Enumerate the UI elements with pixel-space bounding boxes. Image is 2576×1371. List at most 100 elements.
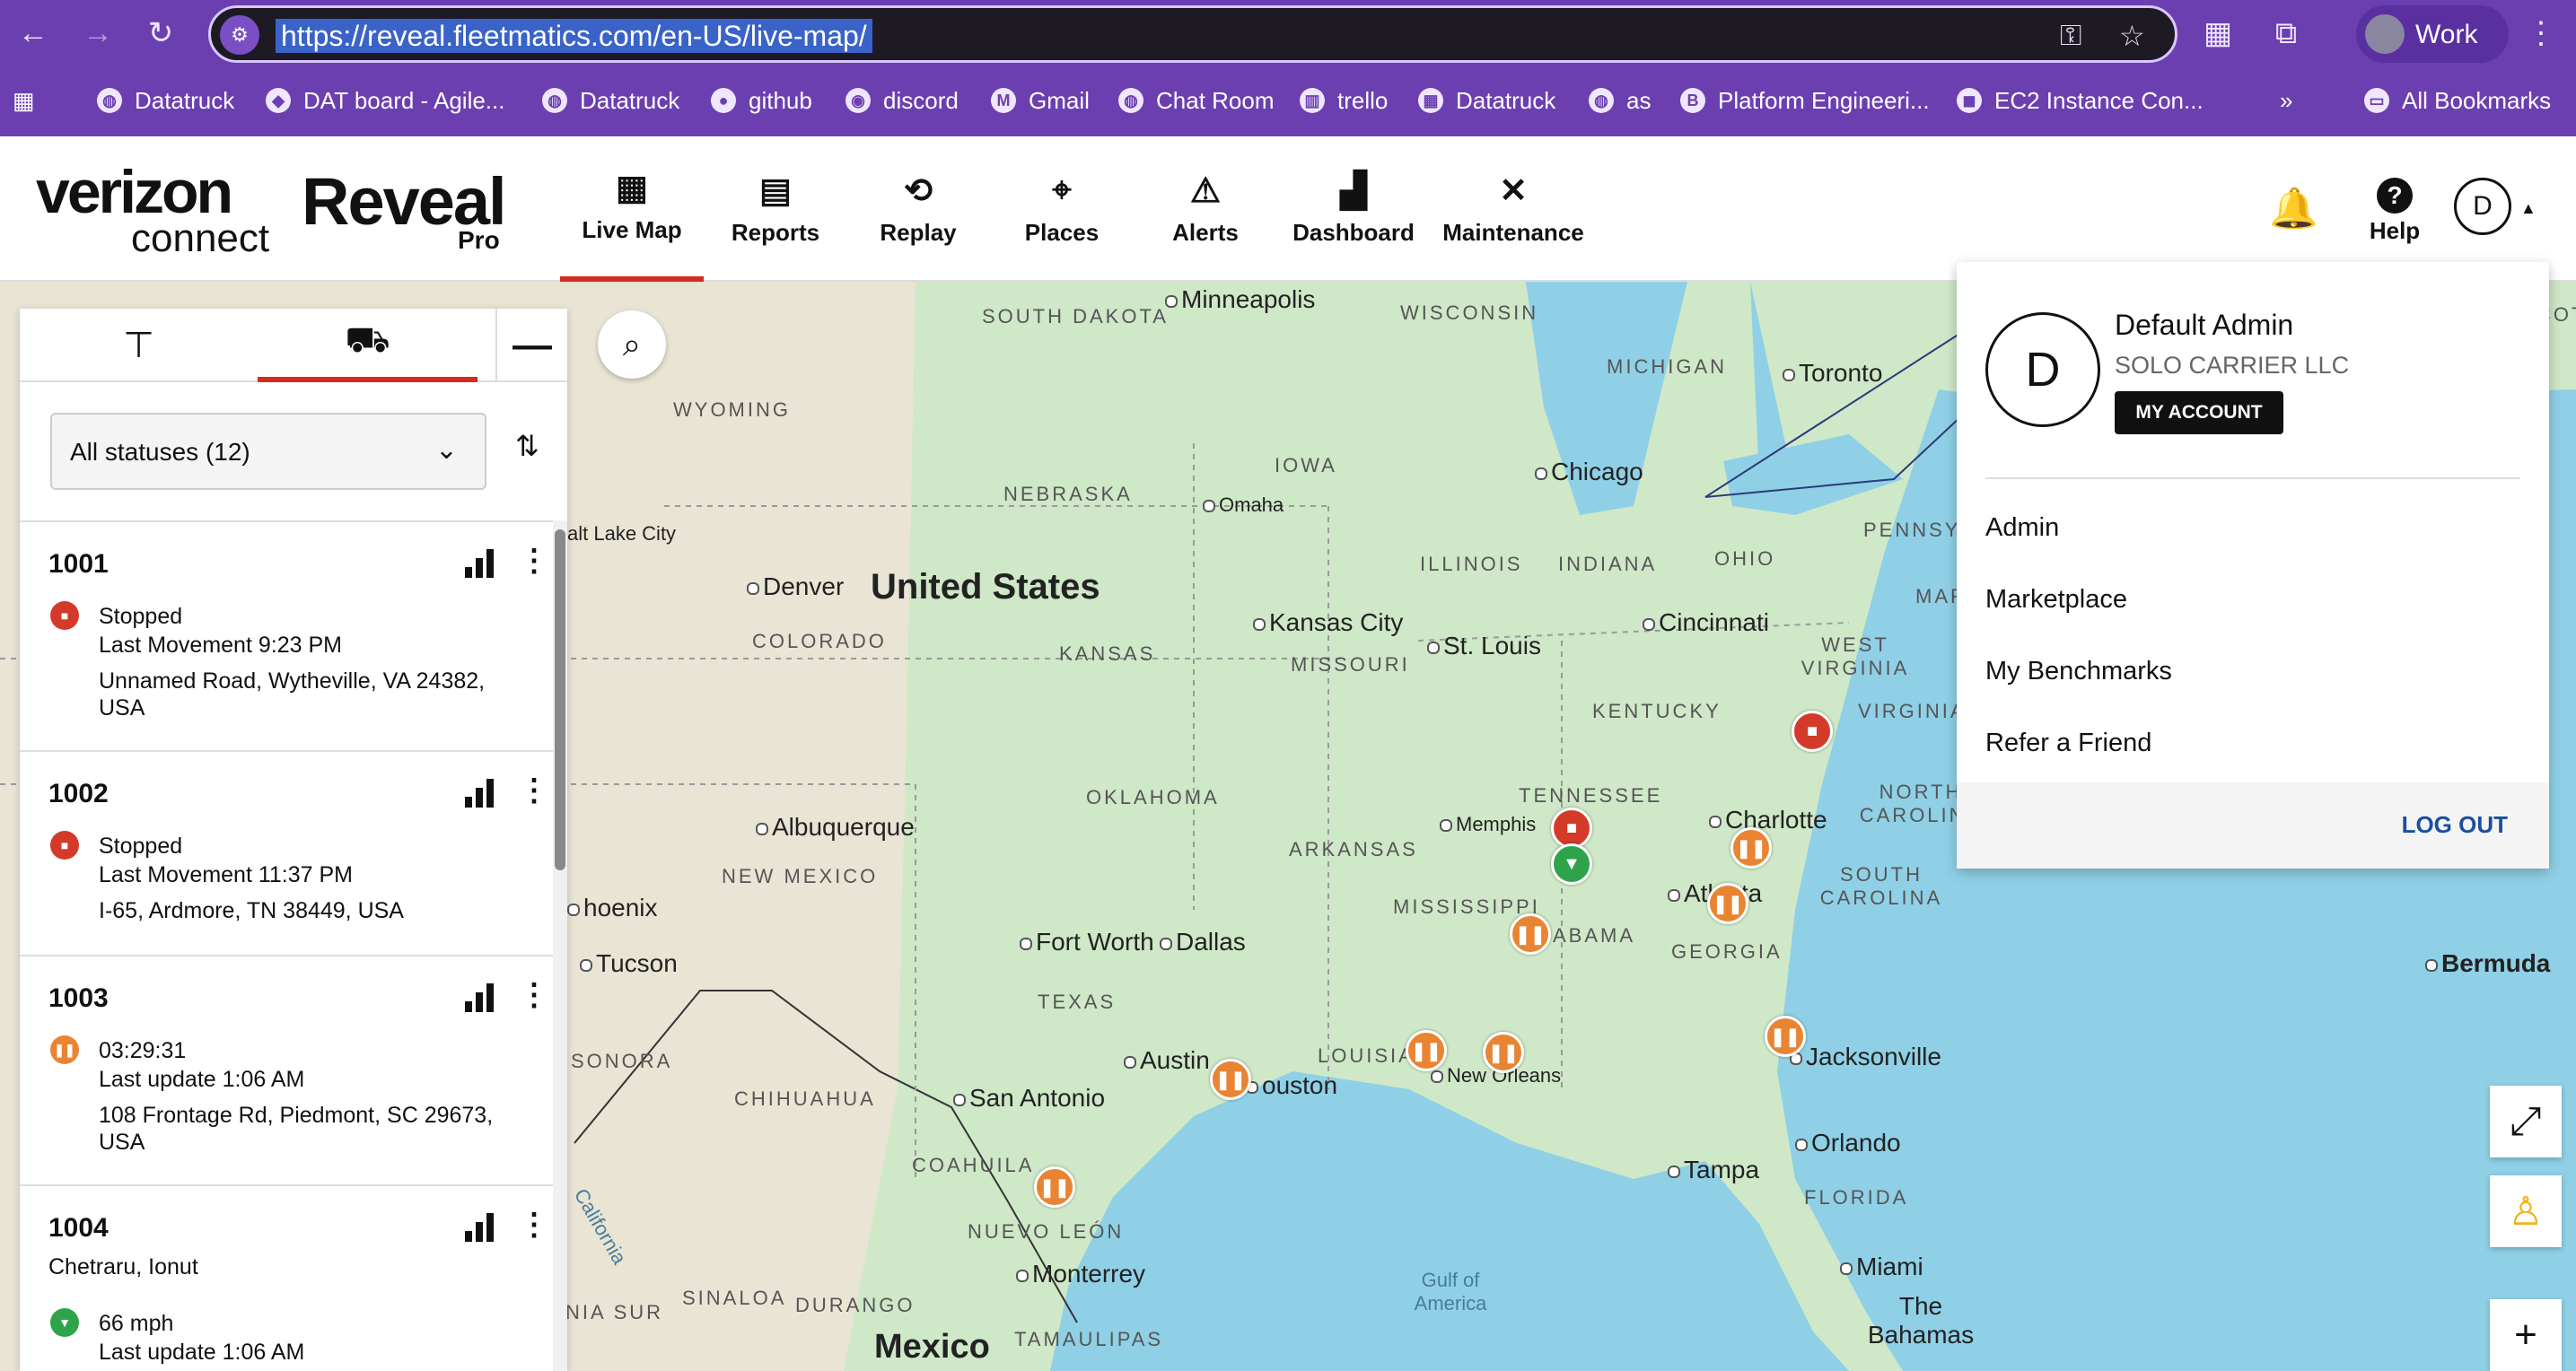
sort-toggle-icon[interactable]: ⇅ xyxy=(515,429,539,463)
menu-item-admin[interactable]: Admin xyxy=(1985,513,2059,543)
tab-maintenance[interactable]: ✕ Maintenance xyxy=(1434,136,1592,282)
back-arrow-icon[interactable]: ← xyxy=(13,13,54,54)
forward-arrow-icon[interactable]: → xyxy=(77,13,118,54)
alerts-icon: ⚠ xyxy=(1189,172,1222,210)
notifications-bell-icon[interactable]: 🔔 xyxy=(2269,185,2318,231)
caret-up-icon[interactable]: ▲ xyxy=(2520,199,2537,218)
idle-status-icon: ❚❚ xyxy=(50,1035,79,1064)
apps-grid-icon[interactable]: ▦ xyxy=(13,83,35,118)
bookmark-item[interactable]: ◍ Chat Room xyxy=(1118,83,1275,118)
more-options-icon[interactable]: ⋮ xyxy=(519,980,549,1010)
vehicle-card[interactable]: 1003 ⋮ ❚❚ 03:29:31 Last update 1:06 AM 1… xyxy=(20,956,553,1186)
tab-places[interactable]: ⌖ Places xyxy=(996,136,1127,282)
map-search-button[interactable]: ⌕ xyxy=(598,310,666,379)
collapse-panel-button[interactable]: — xyxy=(495,309,567,382)
map-city-label: Dallas xyxy=(1160,928,1246,956)
bookmark-star-icon[interactable]: ☆ xyxy=(2119,19,2145,53)
vehicle-address: Unnamed Road, Wytheville, VA 24382, USA xyxy=(99,668,486,720)
zoom-in-button[interactable]: + xyxy=(2490,1299,2562,1371)
reports-icon: ▤ xyxy=(759,172,792,210)
all-bookmarks-button[interactable]: ▭ All Bookmarks xyxy=(2364,83,2551,118)
bookmark-item[interactable]: B Platform Engineeri... xyxy=(1680,83,1930,118)
bookmark-item[interactable]: ◼ EC2 Instance Con... xyxy=(1957,83,2204,118)
vehicle-card[interactable]: 1002 ⋮ ■ Stopped Last Movement 11:37 PM … xyxy=(20,752,553,956)
vehicle-marker-idle[interactable]: ❚❚ xyxy=(1707,883,1748,924)
menu-item-refer-a-friend[interactable]: Refer a Friend xyxy=(1985,729,2151,758)
vehicle-id: 1003 xyxy=(48,983,109,1013)
tab-hierarchy[interactable]: ⊤ xyxy=(20,309,258,382)
help-button[interactable]: ? Help xyxy=(2364,178,2425,245)
tab-reports[interactable]: ▤ Reports xyxy=(711,136,840,282)
globe-icon: ◍ xyxy=(1118,88,1143,113)
tab-replay[interactable]: ⟲ Replay xyxy=(853,136,984,282)
help-icon: ? xyxy=(2377,178,2413,214)
reload-icon[interactable]: ↻ xyxy=(140,13,181,54)
menu-item-my-benchmarks[interactable]: My Benchmarks xyxy=(1985,657,2172,686)
places-icon: ⌖ xyxy=(1052,171,1072,209)
bookmark-item[interactable]: M Gmail xyxy=(991,83,1090,118)
fullscreen-button[interactable]: ⤢ xyxy=(2490,1086,2562,1157)
scrollbar-thumb[interactable] xyxy=(555,529,565,870)
globe-icon: ◍ xyxy=(542,88,567,113)
vehicle-marker-idle[interactable]: ❚❚ xyxy=(1483,1032,1524,1073)
more-options-icon[interactable]: ⋮ xyxy=(519,1209,549,1240)
minus-icon: — xyxy=(513,323,552,367)
bookmarks-overflow-button[interactable]: » xyxy=(2280,83,2292,118)
connect-logo-text: connect xyxy=(131,216,270,260)
signal-bars-icon[interactable] xyxy=(465,779,495,808)
tab-vehicles[interactable]: ⛟ xyxy=(258,309,478,382)
signal-bars-icon[interactable] xyxy=(465,1213,495,1242)
bookmark-item[interactable]: ◍ Datatruck xyxy=(97,83,234,118)
site-info-icon[interactable]: ⚙ xyxy=(220,15,259,55)
signal-bars-icon[interactable] xyxy=(465,549,495,578)
map-state-label: OHIO xyxy=(1714,547,1776,570)
user-avatar-button[interactable]: D xyxy=(2454,178,2511,235)
bookmark-item[interactable]: ● github xyxy=(711,83,812,118)
bookmark-item[interactable]: ◍ Datatruck xyxy=(542,83,679,118)
tab-live-map[interactable]: ▦ Live Map xyxy=(560,136,704,282)
bookmark-item[interactable]: ◉ discord xyxy=(846,83,959,118)
vehicle-card[interactable]: 1004 ⋮ Chetraru, Ionut ▼ 66 mph Last upd… xyxy=(20,1186,553,1371)
vehicle-marker-idle[interactable]: ❚❚ xyxy=(1765,1016,1806,1057)
browser-menu-icon[interactable]: ⋮ xyxy=(2520,13,2562,54)
map-state-label: NEW MEXICO xyxy=(722,865,879,887)
vehicle-marker-idle[interactable]: ❚❚ xyxy=(1034,1166,1075,1208)
vehicle-marker-idle[interactable]: ❚❚ xyxy=(1510,913,1551,955)
map-country-label: Mexico xyxy=(874,1328,990,1366)
extensions-puzzle-icon[interactable]: ⧉ xyxy=(2265,13,2307,54)
vehicle-marker-idle[interactable]: ❚❚ xyxy=(1730,827,1772,869)
vehicle-marker-stopped[interactable]: ■ xyxy=(1792,711,1833,752)
bookmark-item[interactable]: ▦ Datatruck xyxy=(1418,83,1555,118)
vehicle-marker-moving[interactable]: ▼ xyxy=(1551,843,1592,885)
address-url[interactable]: https://reveal.fleetmatics.com/en-US/liv… xyxy=(276,19,872,53)
more-options-icon[interactable]: ⋮ xyxy=(519,546,549,576)
street-view-pegman[interactable]: ♙ xyxy=(2490,1175,2562,1247)
logout-button[interactable]: LOG OUT xyxy=(2402,811,2508,839)
bookmark-item[interactable]: ▥ trello xyxy=(1300,83,1388,118)
extension-datatruck-icon[interactable]: ▦ xyxy=(2197,13,2239,54)
vehicle-marker-idle[interactable]: ❚❚ xyxy=(1406,1030,1447,1071)
vehicle-card[interactable]: 1001 ⋮ ■ Stopped Last Movement 9:23 PM U… xyxy=(20,522,553,752)
menu-item-marketplace[interactable]: Marketplace xyxy=(1985,585,2127,615)
tab-dashboard[interactable]: ▟ Dashboard xyxy=(1284,136,1424,282)
more-options-icon[interactable]: ⋮ xyxy=(519,775,549,806)
profile-button[interactable]: Work xyxy=(2356,5,2509,63)
map-state-label: NUEVO LEÓN xyxy=(968,1220,1125,1243)
address-bar[interactable]: ⚙ https://reveal.fleetmatics.com/en-US/l… xyxy=(208,5,2177,63)
map-city-label: Chicago xyxy=(1535,458,1643,486)
vehicle-list-scrollbar[interactable] xyxy=(553,520,567,1371)
password-key-icon[interactable]: ⚿ xyxy=(2060,19,2081,53)
tab-alerts[interactable]: ⚠ Alerts xyxy=(1140,136,1271,282)
status-filter-select[interactable]: All statuses (12) ⌄ xyxy=(50,413,486,490)
bookmark-item[interactable]: ◍ as xyxy=(1589,83,1651,118)
account-name: Default Admin xyxy=(2115,309,2294,341)
vehicle-marker-idle[interactable]: ❚❚ xyxy=(1210,1059,1251,1100)
signal-bars-icon[interactable] xyxy=(465,983,495,1012)
bookmarks-bar: ▦ ◍ Datatruck ◆ DAT board - Agile... ◍ Data… xyxy=(0,70,2576,133)
bookmark-item[interactable]: ◆ DAT board - Agile... xyxy=(266,83,504,118)
moving-status-icon: ▼ xyxy=(50,1308,79,1337)
gmail-icon: M xyxy=(991,88,1016,113)
map-city-label: Orlando xyxy=(1795,1129,1901,1157)
my-account-button[interactable]: MY ACCOUNT xyxy=(2115,391,2283,434)
datatruck-icon: ▦ xyxy=(1418,88,1443,113)
